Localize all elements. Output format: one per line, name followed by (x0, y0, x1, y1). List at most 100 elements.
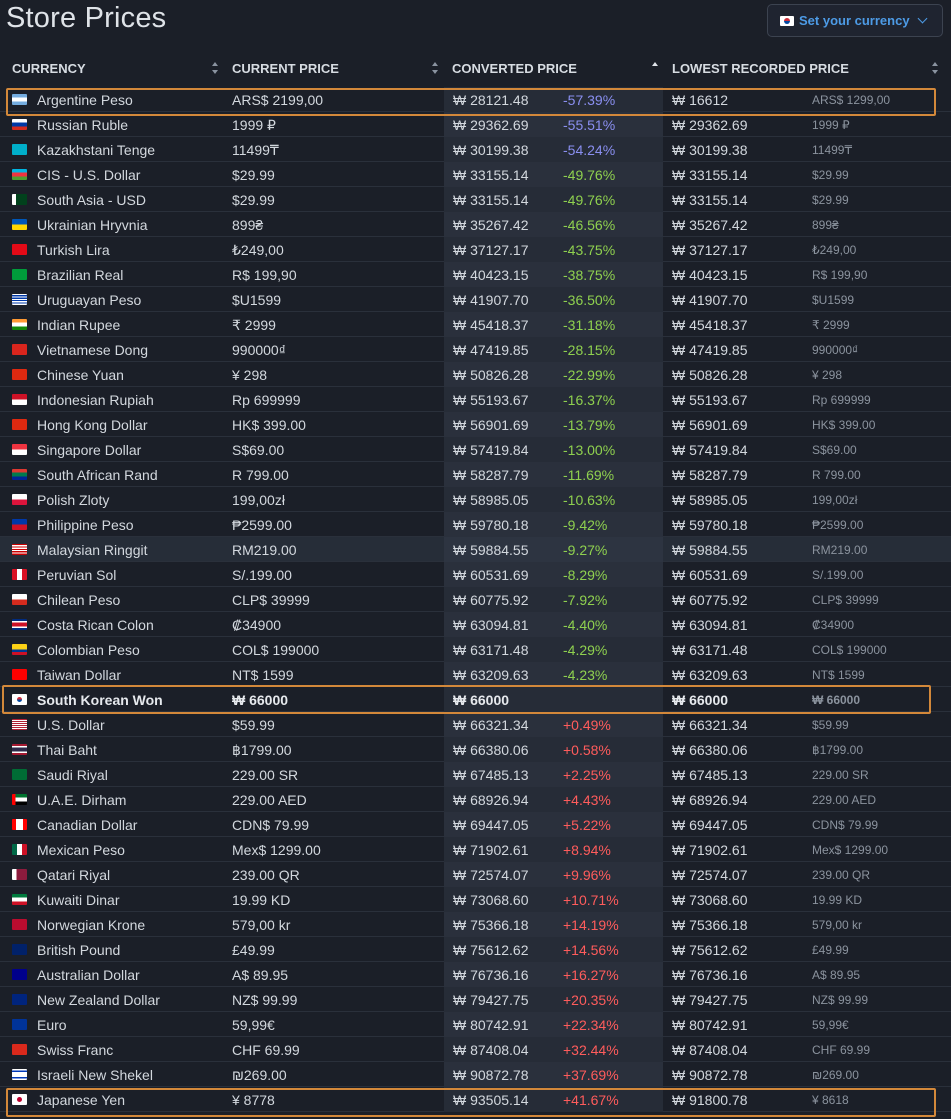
lowest-recorded-local-price: ฿1799.00 (812, 743, 864, 757)
lowest-recorded-price: ₩ 33155.14 (672, 192, 748, 208)
table-row[interactable]: South Asia - USD $29.99 ₩ 33155.14 -49.76% ₩… (0, 187, 951, 212)
current-price: ฿1799.00 (232, 742, 292, 758)
converted-price: ₩ 57419.84 (453, 442, 529, 458)
price-difference: -28.15% (563, 342, 616, 358)
il-flag-icon (12, 1069, 27, 1080)
header-current-price[interactable]: CURRENT PRICE (232, 61, 339, 76)
lowest-recorded-local-price: ₩ 66000 (812, 693, 861, 707)
table-row[interactable]: Philippine Peso ₱2599.00 ₩ 59780.18 -9.42% ₩… (0, 512, 951, 537)
current-price: 199,00zł (232, 492, 285, 508)
price-difference: -10.63% (563, 492, 616, 508)
table-row[interactable]: Israeli New Shekel ₪269.00 ₩ 90872.78 +37.6… (0, 1062, 951, 1087)
table-row[interactable]: Argentine Peso ARS$ 2199,00 ₩ 28121.48 -57.… (0, 87, 951, 112)
table-row[interactable]: U.S. Dollar $59.99 ₩ 66321.34 +0.49% ₩ 66321… (0, 712, 951, 737)
table-row[interactable]: Hong Kong Dollar HK$ 399.00 ₩ 56901.69 -13.… (0, 412, 951, 437)
price-difference: +4.43% (563, 792, 611, 808)
currency-name: Peruvian Sol (37, 567, 117, 583)
table-row[interactable]: CIS - U.S. Dollar $29.99 ₩ 33155.14 -49.76%… (0, 162, 951, 187)
table-row[interactable]: Norwegian Krone 579,00 kr ₩ 75366.18 +14.19… (0, 912, 951, 937)
lowest-recorded-local-price: 59,99€ (812, 1018, 849, 1032)
table-row[interactable]: Kazakhstani Tenge 11499₸ ₩ 30199.38 -54.24%… (0, 137, 951, 162)
table-row[interactable]: Colombian Peso COL$ 199000 ₩ 63171.48 -4.29… (0, 637, 951, 662)
qa-flag-icon (12, 869, 27, 880)
converted-price: ₩ 79427.75 (453, 992, 529, 1008)
lowest-recorded-local-price: RM219.00 (812, 543, 868, 557)
table-row[interactable]: Turkish Lira ₺249,00 ₩ 37127.17 -43.75% ₩ 37… (0, 237, 951, 262)
table-row[interactable]: Saudi Riyal 229.00 SR ₩ 67485.13 +2.25% ₩ 67… (0, 762, 951, 787)
sort-icon[interactable] (212, 62, 219, 74)
table-row[interactable]: Singapore Dollar S$69.00 ₩ 57419.84 -13.00%… (0, 437, 951, 462)
table-row[interactable]: Taiwan Dollar NT$ 1599 ₩ 63209.63 -4.23% ₩ 6… (0, 662, 951, 687)
current-price: 1999 ₽ (232, 117, 276, 133)
current-price: 239.00 QR (232, 867, 300, 883)
table-row[interactable]: Malaysian Ringgit RM219.00 ₩ 59884.55 -9.27… (0, 537, 951, 562)
header-currency[interactable]: CURRENCY (12, 61, 86, 76)
table-row[interactable]: Russian Ruble 1999 ₽ ₩ 29362.69 -55.51% ₩ 29… (0, 112, 951, 137)
kr-flag-icon (12, 694, 27, 705)
converted-price: ₩ 45418.37 (453, 317, 529, 333)
set-currency-button[interactable]: Set your currency (767, 4, 943, 37)
table-row[interactable]: South African Rand R 799.00 ₩ 58287.79 -11.… (0, 462, 951, 487)
table-row[interactable]: Chinese Yuan ¥ 298 ₩ 50826.28 -22.99% ₩ 5082… (0, 362, 951, 387)
table-row[interactable]: Vietnamese Dong 990000₫ ₩ 47419.85 -28.15% ₩… (0, 337, 951, 362)
current-price: ₺249,00 (232, 242, 284, 258)
sort-icon[interactable] (932, 62, 939, 74)
lowest-recorded-local-price: NT$ 1599 (812, 668, 865, 682)
table-row[interactable]: Chilean Peso CLP$ 39999 ₩ 60775.92 -7.92% ₩ … (0, 587, 951, 612)
table-row[interactable]: Ukrainian Hryvnia 899₴ ₩ 35267.42 -46.56% ₩ … (0, 212, 951, 237)
converted-price: ₩ 29362.69 (453, 117, 529, 133)
table-row[interactable]: Polish Zloty 199,00zł ₩ 58985.05 -10.63% ₩ 5… (0, 487, 951, 512)
lowest-recorded-price: ₩ 67485.13 (672, 767, 748, 783)
table-row[interactable]: Indian Rupee ₹ 2999 ₩ 45418.37 -31.18% ₩ 454… (0, 312, 951, 337)
table-row[interactable]: Canadian Dollar CDN$ 79.99 ₩ 69447.05 +5.22… (0, 812, 951, 837)
converted-price: ₩ 58287.79 (453, 467, 529, 483)
current-price: COL$ 199000 (232, 642, 320, 658)
table-row[interactable]: Swiss Franc CHF 69.99 ₩ 87408.04 +32.44% ₩ 8… (0, 1037, 951, 1062)
sort-icon[interactable] (432, 62, 439, 74)
current-price: Rp 699999 (232, 392, 301, 408)
table-row[interactable]: Brazilian Real R$ 199,90 ₩ 40423.15 -38.75%… (0, 262, 951, 287)
table-row[interactable]: Uruguayan Peso $U1599 ₩ 41907.70 -36.50% ₩ 4… (0, 287, 951, 312)
price-difference: +0.49% (563, 717, 611, 733)
table-row[interactable]: Costa Rican Colon ₡34900 ₩ 63094.81 -4.40% ₩… (0, 612, 951, 637)
current-price: ¥ 298 (232, 367, 268, 383)
converted-price: ₩ 30199.38 (453, 142, 529, 158)
header-converted-price[interactable]: CONVERTED PRICE (452, 61, 577, 76)
table-row[interactable]: British Pound £49.99 ₩ 75612.62 +14.56% ₩ 75… (0, 937, 951, 962)
header-lowest-recorded-price[interactable]: LOWEST RECORDED PRICE (672, 61, 849, 76)
lowest-recorded-price: ₩ 59884.55 (672, 542, 748, 558)
current-price: CHF 69.99 (232, 1042, 300, 1058)
current-price: S$69.00 (232, 442, 285, 458)
lowest-recorded-price: ₩ 16612 (672, 92, 729, 108)
table-row[interactable]: Qatari Riyal 239.00 QR ₩ 72574.07 +9.96% ₩ 7… (0, 862, 951, 887)
table-row[interactable]: New Zealand Dollar NZ$ 99.99 ₩ 79427.75 +20… (0, 987, 951, 1012)
table-row[interactable]: U.A.E. Dirham 229.00 AED ₩ 68926.94 +4.43% ₩… (0, 787, 951, 812)
table-row[interactable]: Indonesian Rupiah Rp 699999 ₩ 55193.67 -16.… (0, 387, 951, 412)
lowest-recorded-local-price: ₪269.00 (812, 1068, 859, 1082)
lowest-recorded-local-price: ¥ 298 (812, 368, 843, 382)
currency-name: Hong Kong Dollar (37, 417, 148, 433)
lowest-recorded-local-price: A$ 89.95 (812, 968, 861, 982)
price-difference: -57.39% (563, 92, 616, 108)
table-row[interactable]: Peruvian Sol S/.199.00 ₩ 60531.69 -8.29% ₩ 6… (0, 562, 951, 587)
price-difference: +5.22% (563, 817, 611, 833)
us-flag-icon (12, 719, 27, 730)
price-difference: -9.27% (563, 542, 608, 558)
lowest-recorded-local-price: ₹ 2999 (812, 318, 850, 332)
lowest-recorded-local-price: COL$ 199000 (812, 643, 887, 657)
current-price: R 799.00 (232, 467, 289, 483)
price-difference: -43.75% (563, 242, 616, 258)
currency-name: Uruguayan Peso (37, 292, 142, 308)
id-flag-icon (12, 394, 27, 405)
table-row[interactable]: Japanese Yen ¥ 8778 ₩ 93505.14 +41.67% ₩ 918… (0, 1087, 951, 1112)
table-row[interactable]: Kuwaiti Dinar 19.99 KD ₩ 73068.60 +10.71% ₩ … (0, 887, 951, 912)
currency-name: Kazakhstani Tenge (37, 142, 156, 158)
table-row[interactable]: Australian Dollar A$ 89.95 ₩ 76736.16 +16.2… (0, 962, 951, 987)
table-row[interactable]: South Korean Won ₩ 66000 ₩ 66000 ₩ 66000 ₩ 6… (0, 687, 951, 712)
lowest-recorded-local-price: 229.00 SR (812, 768, 869, 782)
table-row[interactable]: Thai Baht ฿1799.00 ₩ 66380.06 +0.58% ₩ 66380… (0, 737, 951, 762)
lowest-recorded-local-price: 229.00 AED (812, 793, 877, 807)
table-row[interactable]: Euro 59,99€ ₩ 80742.91 +22.34% ₩ 80742.91 59,… (0, 1012, 951, 1037)
table-row[interactable]: Mexican Peso Mex$ 1299.00 ₩ 71902.61 +8.94%… (0, 837, 951, 862)
sort-ascending-icon[interactable] (652, 62, 658, 66)
